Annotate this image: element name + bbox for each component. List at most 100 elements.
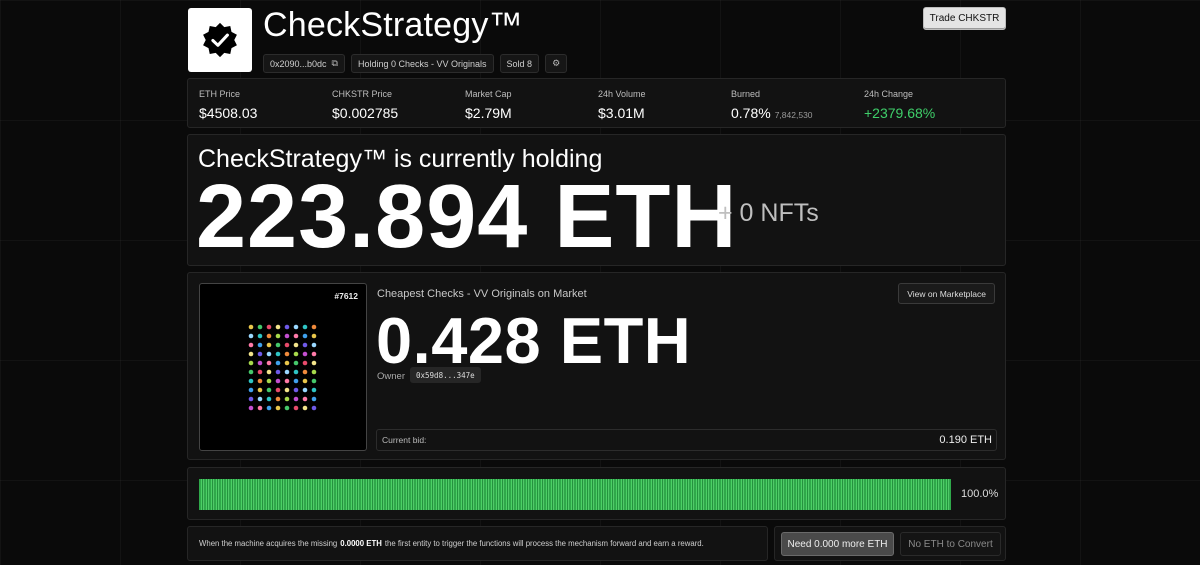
app-title: CheckStrategy™ — [263, 6, 523, 44]
check-dot — [311, 396, 317, 402]
settings-chip[interactable]: ⚙ — [545, 54, 568, 73]
check-dot — [275, 333, 281, 339]
check-dot — [284, 378, 290, 384]
need-more-eth-button[interactable]: Need 0.000 more ETH — [781, 532, 894, 556]
nft-image[interactable]: #7612 — [199, 283, 367, 451]
stat-value: $4508.03 — [199, 105, 258, 121]
check-dot — [302, 333, 308, 339]
stat-24h-change: 24h Change +2379.68% — [864, 89, 935, 121]
check-dot — [293, 324, 299, 330]
stat-label: Market Cap — [465, 89, 512, 99]
note-prefix: When the machine acquires the missing — [199, 539, 338, 548]
check-dot — [293, 405, 299, 411]
check-dot — [266, 360, 272, 366]
market-title: Cheapest Checks - VV Originals on Market — [377, 288, 587, 300]
view-on-marketplace-button[interactable]: View on Marketplace — [898, 283, 995, 304]
convert-eth-button[interactable]: No ETH to Convert — [900, 532, 1001, 556]
check-dot — [257, 351, 263, 357]
check-dot — [257, 342, 263, 348]
check-dot — [257, 378, 263, 384]
check-dot — [302, 351, 308, 357]
check-dot — [293, 360, 299, 366]
check-dot — [311, 405, 317, 411]
contract-address-chip[interactable]: 0x2090...b0dc ⧉ — [263, 54, 345, 73]
check-dot — [311, 351, 317, 357]
stat-label: 24h Change — [864, 89, 914, 99]
holding-panel: CheckStrategy™ is currently holding 223.… — [187, 134, 1006, 267]
check-dot — [284, 360, 290, 366]
check-dot — [266, 405, 272, 411]
stat-eth-price: ETH Price $4508.03 — [199, 89, 257, 121]
gear-icon[interactable]: ⚙ — [552, 58, 560, 69]
check-dot — [266, 351, 272, 357]
contract-address: 0x2090...b0dc — [270, 58, 327, 69]
stat-value: $2.79M — [465, 105, 512, 121]
holding-chip: Holding 0 Checks - VV Originals — [350, 54, 494, 73]
check-dot — [293, 396, 299, 402]
check-dot — [275, 360, 281, 366]
sold-count: Sold 8 — [506, 58, 533, 69]
stat-24h-volume: 24h Volume $3.01M — [598, 89, 646, 121]
check-dot — [284, 342, 290, 348]
check-dot — [302, 405, 308, 411]
app-logo — [188, 8, 252, 72]
verified-check-badge-icon — [203, 22, 237, 58]
owner-label: Owner — [377, 371, 405, 382]
bid-value: 0.190 ETH — [939, 434, 992, 446]
stat-value: $3.01M — [598, 105, 645, 121]
check-dot — [275, 387, 281, 393]
check-dot — [275, 378, 281, 384]
stat-value: +2379.68% — [864, 105, 936, 121]
check-dot — [293, 333, 299, 339]
nft-id: #7612 — [334, 291, 358, 301]
stat-label: Burned — [731, 89, 761, 99]
check-dot — [248, 351, 254, 357]
check-dot — [284, 333, 290, 339]
check-dot — [275, 369, 281, 375]
current-bid-row: Current bid: 0.190 ETH — [376, 429, 997, 451]
check-dot — [257, 387, 263, 393]
stat-label: 24h Volume — [598, 89, 646, 99]
burned-percent: 0.78% — [731, 105, 771, 121]
check-dot — [284, 369, 290, 375]
check-dot — [257, 333, 263, 339]
trade-button[interactable]: Trade CHKSTR — [923, 7, 1006, 30]
check-dot — [302, 378, 308, 384]
sold-chip: Sold 8 — [499, 54, 540, 73]
footer-actions: Need 0.000 more ETH No ETH to Convert — [774, 526, 1006, 561]
header-chips: 0x2090...b0dc ⧉ Holding 0 Checks - VV Or… — [263, 54, 568, 73]
check-dot — [275, 351, 281, 357]
check-dot — [293, 351, 299, 357]
stat-value: 0.78% 7,842,530 — [731, 105, 813, 121]
check-dot — [257, 405, 263, 411]
mechanism-note: When the machine acquires the missing 0.… — [187, 526, 768, 561]
holding-nfts: + 0 NFTs — [718, 199, 819, 227]
check-dot — [266, 378, 272, 384]
stats-bar: ETH Price $4508.03 CHKSTR Price $0.00278… — [187, 78, 1006, 128]
check-dot — [302, 342, 308, 348]
check-dot — [257, 396, 263, 402]
stat-label: CHKSTR Price — [332, 89, 393, 99]
check-dot — [275, 396, 281, 402]
progress-panel: 100.0% — [187, 467, 1006, 520]
copy-icon[interactable]: ⧉ — [332, 58, 338, 69]
progress-fill — [199, 479, 951, 510]
note-amount: 0.0000 ETH — [340, 539, 382, 548]
burned-amount: 7,842,530 — [774, 110, 813, 120]
check-dot — [275, 342, 281, 348]
check-dot — [275, 405, 281, 411]
bid-label: Current bid: — [382, 435, 427, 445]
check-dot — [302, 324, 308, 330]
check-dot — [257, 324, 263, 330]
check-dot — [257, 369, 263, 375]
check-dot — [266, 333, 272, 339]
check-dot — [248, 378, 254, 384]
owner-address[interactable]: 0x59d8...347e — [410, 367, 481, 383]
stat-label: ETH Price — [199, 89, 241, 99]
check-dot — [266, 387, 272, 393]
check-dot — [248, 369, 254, 375]
check-dot — [248, 324, 254, 330]
check-dot — [302, 360, 308, 366]
check-dot — [293, 342, 299, 348]
check-dot — [311, 342, 317, 348]
